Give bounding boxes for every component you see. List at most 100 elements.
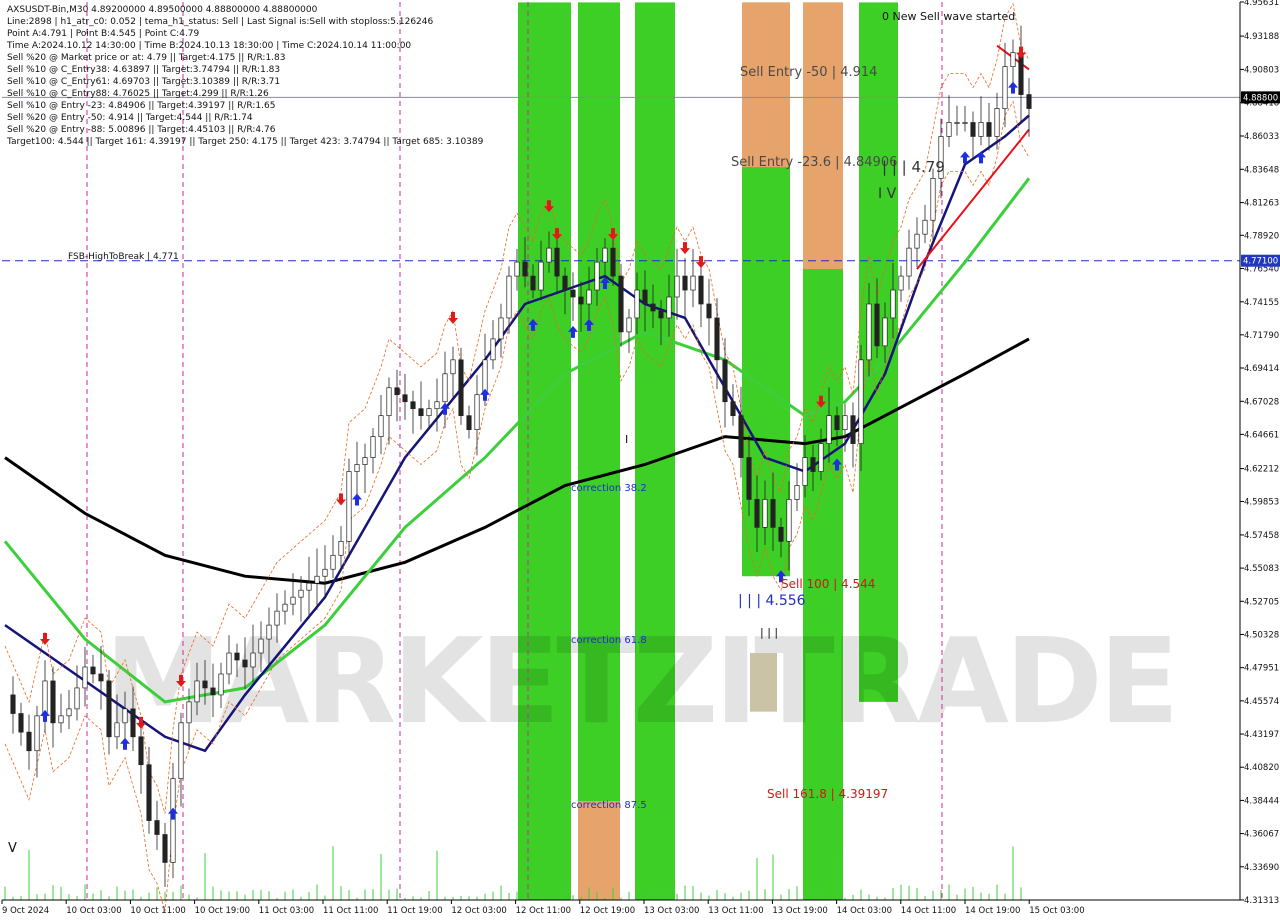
candle-body (794, 485, 800, 500)
x-tick-label: 10 Oct 19:00 (195, 906, 250, 916)
sell-arrow (680, 242, 690, 255)
candle-body (962, 122, 968, 124)
candle-body (370, 436, 376, 458)
zone-6 (742, 2, 790, 168)
wave-ticks-label: | | | (760, 626, 778, 639)
x-tick-label: 13 Oct 19:00 (772, 906, 827, 916)
x-tick-label: 9 Oct 2024 (2, 906, 49, 916)
candle-body (818, 443, 824, 472)
candle-body (970, 122, 976, 137)
candle-body (130, 708, 136, 738)
candle-body (882, 317, 888, 347)
candle-body (330, 554, 336, 570)
candle-body (98, 673, 104, 682)
watermark: MARKETZITRADE (105, 612, 1176, 750)
candle-body (186, 701, 192, 724)
candle-body (362, 457, 368, 465)
y-tick-label: 4.62212 (1244, 465, 1279, 475)
price-label-text: 4.77100 (1243, 257, 1278, 267)
candle-body (194, 680, 200, 703)
buy-arrow (352, 493, 362, 506)
candle-body (986, 122, 992, 137)
candle-body (858, 359, 864, 444)
y-tick-label: 4.83648 (1244, 165, 1279, 175)
candle-body (162, 834, 168, 863)
y-tick-label: 4.71790 (1244, 331, 1279, 341)
buy-arrow (168, 807, 178, 820)
candle-body (122, 708, 128, 724)
info-line-11: Target100: 4.544 || Target 161: 4.39197 … (6, 137, 484, 147)
candle-body (10, 694, 16, 714)
wave-iv-label: I V (878, 186, 897, 202)
y-tick-label: 4.67028 (1244, 397, 1279, 407)
info-panel: AXSUSDT-Bin,M30 4.89200000 4.89500000 4.… (6, 5, 484, 147)
x-tick-label: 14 Oct 03:00 (837, 906, 892, 916)
candle-body (290, 596, 296, 605)
candle-body (514, 261, 520, 277)
candle-body (906, 247, 912, 277)
candle-body (778, 527, 784, 542)
candle-body (234, 652, 240, 661)
candle-body (202, 680, 208, 689)
candle-body (898, 275, 904, 291)
candle-body (458, 359, 464, 417)
y-tick-label: 4.43197 (1244, 730, 1279, 740)
y-tick-label: 4.95631 (1244, 0, 1279, 8)
new-sell-wave-label: 0 New Sell wave started (882, 10, 1015, 23)
x-tick-label: 13 Oct 11:00 (708, 906, 763, 916)
candle-body (650, 303, 656, 312)
y-tick-label: 4.45574 (1244, 697, 1279, 707)
candle-body (210, 687, 216, 696)
x-tick-label: 11 Oct 11:00 (323, 906, 378, 916)
candle-body (466, 415, 472, 430)
candle-body (242, 659, 248, 668)
zone-1 (578, 2, 620, 901)
candle-body (890, 289, 896, 319)
y-tick-label: 4.47951 (1244, 664, 1279, 674)
candle-body (522, 261, 528, 277)
candle-body (450, 359, 456, 375)
candle-body (338, 540, 344, 556)
candle-body (802, 457, 808, 486)
candle-body (410, 401, 416, 410)
candle-body (138, 736, 144, 766)
candle-body (538, 261, 544, 291)
x-tick-label: 11 Oct 19:00 (387, 906, 442, 916)
y-tick-label: 4.59853 (1244, 497, 1279, 507)
candle-body (26, 731, 32, 752)
candle-body (730, 401, 736, 417)
candle-body (226, 652, 232, 675)
y-tick-label: 4.52705 (1244, 597, 1279, 607)
candle-body (682, 275, 688, 291)
buy-arrow (1008, 81, 1018, 94)
candle-body (642, 289, 648, 305)
y-tick-label: 4.69414 (1244, 364, 1279, 374)
candle-body (658, 310, 664, 319)
candle-body (978, 122, 984, 137)
candle-body (738, 415, 744, 458)
candle-body (834, 415, 840, 430)
wave-4556-label: | | | 4.556 (738, 593, 806, 609)
candle-body (250, 652, 256, 668)
candle-body (298, 589, 304, 598)
candle-body (258, 638, 264, 654)
zone-8 (578, 801, 620, 901)
info-line-6: Sell %10 @ C_Entry61: 4.69703 || Target:… (7, 77, 280, 87)
candle-body (58, 715, 64, 724)
candle-body (506, 275, 512, 319)
y-tick-label: 4.50328 (1244, 630, 1279, 640)
candle-body (546, 247, 552, 263)
candle-body (762, 499, 768, 528)
sell-entry-236-label: Sell Entry -23.6 | 4.84906 (731, 155, 897, 170)
candle-body (418, 408, 424, 417)
candle-body (490, 338, 496, 361)
candle-body (770, 499, 776, 528)
y-tick-label: 4.78920 (1244, 231, 1279, 241)
candle-body (322, 568, 328, 577)
candle-body (994, 108, 1000, 137)
zone-2 (635, 2, 675, 901)
info-line-7: Sell %10 @ C_Entry88: 4.76025 || Target:… (7, 89, 269, 99)
candle-body (74, 687, 80, 710)
x-tick-label: 14 Oct 19:00 (965, 906, 1020, 916)
candle-body (594, 261, 600, 291)
